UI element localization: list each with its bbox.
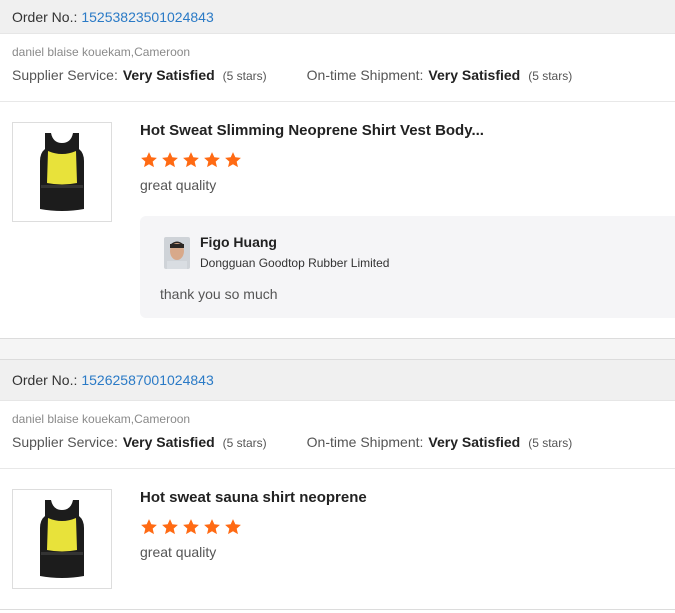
- shipment-value: Very Satisfied: [428, 67, 521, 83]
- rating-stars: [140, 151, 675, 169]
- section-divider: [0, 609, 675, 610]
- supplier-service-stars: (5 stars): [222, 436, 267, 450]
- buyer-name: daniel blaise kouekam,Cameroon: [12, 412, 191, 426]
- star-icon: [225, 519, 241, 535]
- star-icon: [204, 152, 220, 168]
- section-gap: [0, 339, 675, 359]
- shipment-stars: (5 stars): [528, 436, 573, 450]
- service-ratings: Supplier Service: Very Satisfied (5 star…: [12, 434, 663, 450]
- vest-image: [40, 133, 84, 211]
- star-icon: [162, 519, 178, 535]
- supplier-service-label: Supplier Service:: [12, 434, 118, 450]
- product-info: Hot Sweat Slimming Neoprene Shirt Vest B…: [140, 122, 675, 193]
- star-icon: [162, 152, 178, 168]
- shipment-value: Very Satisfied: [428, 434, 521, 450]
- reply-author-name: Figo Huang: [200, 234, 277, 250]
- supplier-service-value: Very Satisfied: [122, 434, 215, 450]
- product-title[interactable]: Hot sweat sauna shirt neoprene: [140, 489, 675, 507]
- buyer-block: daniel blaise kouekam,Cameroon Supplier …: [0, 34, 675, 102]
- order-header: Order No.: 15262587001024843: [0, 359, 675, 401]
- order-card: Order No.: 15253823501024843 daniel blai…: [0, 0, 675, 102]
- supplier-service-rating: Supplier Service: Very Satisfied (5 star…: [12, 67, 267, 83]
- order-number-link[interactable]: 15253823501024843: [81, 9, 213, 25]
- shipment-rating: On-time Shipment: Very Satisfied (5 star…: [307, 434, 573, 450]
- star-icon: [225, 152, 241, 168]
- reply-company-name: Dongguan Goodtop Rubber Limited: [200, 256, 390, 270]
- shipment-rating: On-time Shipment: Very Satisfied (5 star…: [307, 67, 573, 83]
- product-info: Hot sweat sauna shirt neoprene great qua…: [140, 489, 675, 560]
- supplier-service-rating: Supplier Service: Very Satisfied (5 star…: [12, 434, 267, 450]
- order-number-link[interactable]: 15262587001024843: [81, 372, 213, 388]
- buyer-block: daniel blaise kouekam,Cameroon Supplier …: [0, 401, 675, 469]
- shipment-stars: (5 stars): [528, 69, 573, 83]
- buyer-name: daniel blaise kouekam,Cameroon: [12, 45, 191, 59]
- star-icon: [183, 152, 199, 168]
- review-text: great quality: [140, 177, 217, 193]
- avatar: [164, 237, 190, 269]
- product-thumbnail[interactable]: [12, 489, 112, 589]
- rating-stars: [140, 518, 675, 536]
- order-card: Order No.: 15262587001024843 daniel blai…: [0, 359, 675, 469]
- supplier-service-stars: (5 stars): [222, 69, 267, 83]
- service-ratings: Supplier Service: Very Satisfied (5 star…: [12, 67, 663, 83]
- star-icon: [141, 152, 157, 168]
- review-text: great quality: [140, 544, 217, 560]
- reply-text: thank you so much: [160, 286, 278, 302]
- order-no-label: Order No.:: [12, 8, 78, 25]
- product-title[interactable]: Hot Sweat Slimming Neoprene Shirt Vest B…: [140, 122, 675, 140]
- product-review: Hot Sweat Slimming Neoprene Shirt Vest B…: [0, 102, 675, 340]
- shipment-label: On-time Shipment:: [306, 434, 424, 450]
- supplier-service-label: Supplier Service:: [12, 67, 118, 83]
- shipment-label: On-time Shipment:: [306, 67, 424, 83]
- star-icon: [183, 519, 199, 535]
- order-no-label: Order No.:: [12, 372, 78, 388]
- supplier-service-value: Very Satisfied: [122, 67, 215, 83]
- order-header: Order No.: 15253823501024843: [0, 0, 675, 34]
- product-review: Hot sweat sauna shirt neoprene great qua…: [0, 469, 675, 613]
- supplier-reply: Figo Huang Dongguan Goodtop Rubber Limit…: [140, 216, 675, 318]
- star-icon: [141, 519, 157, 535]
- vest-image: [40, 500, 84, 578]
- star-icon: [204, 519, 220, 535]
- product-thumbnail[interactable]: [12, 122, 112, 222]
